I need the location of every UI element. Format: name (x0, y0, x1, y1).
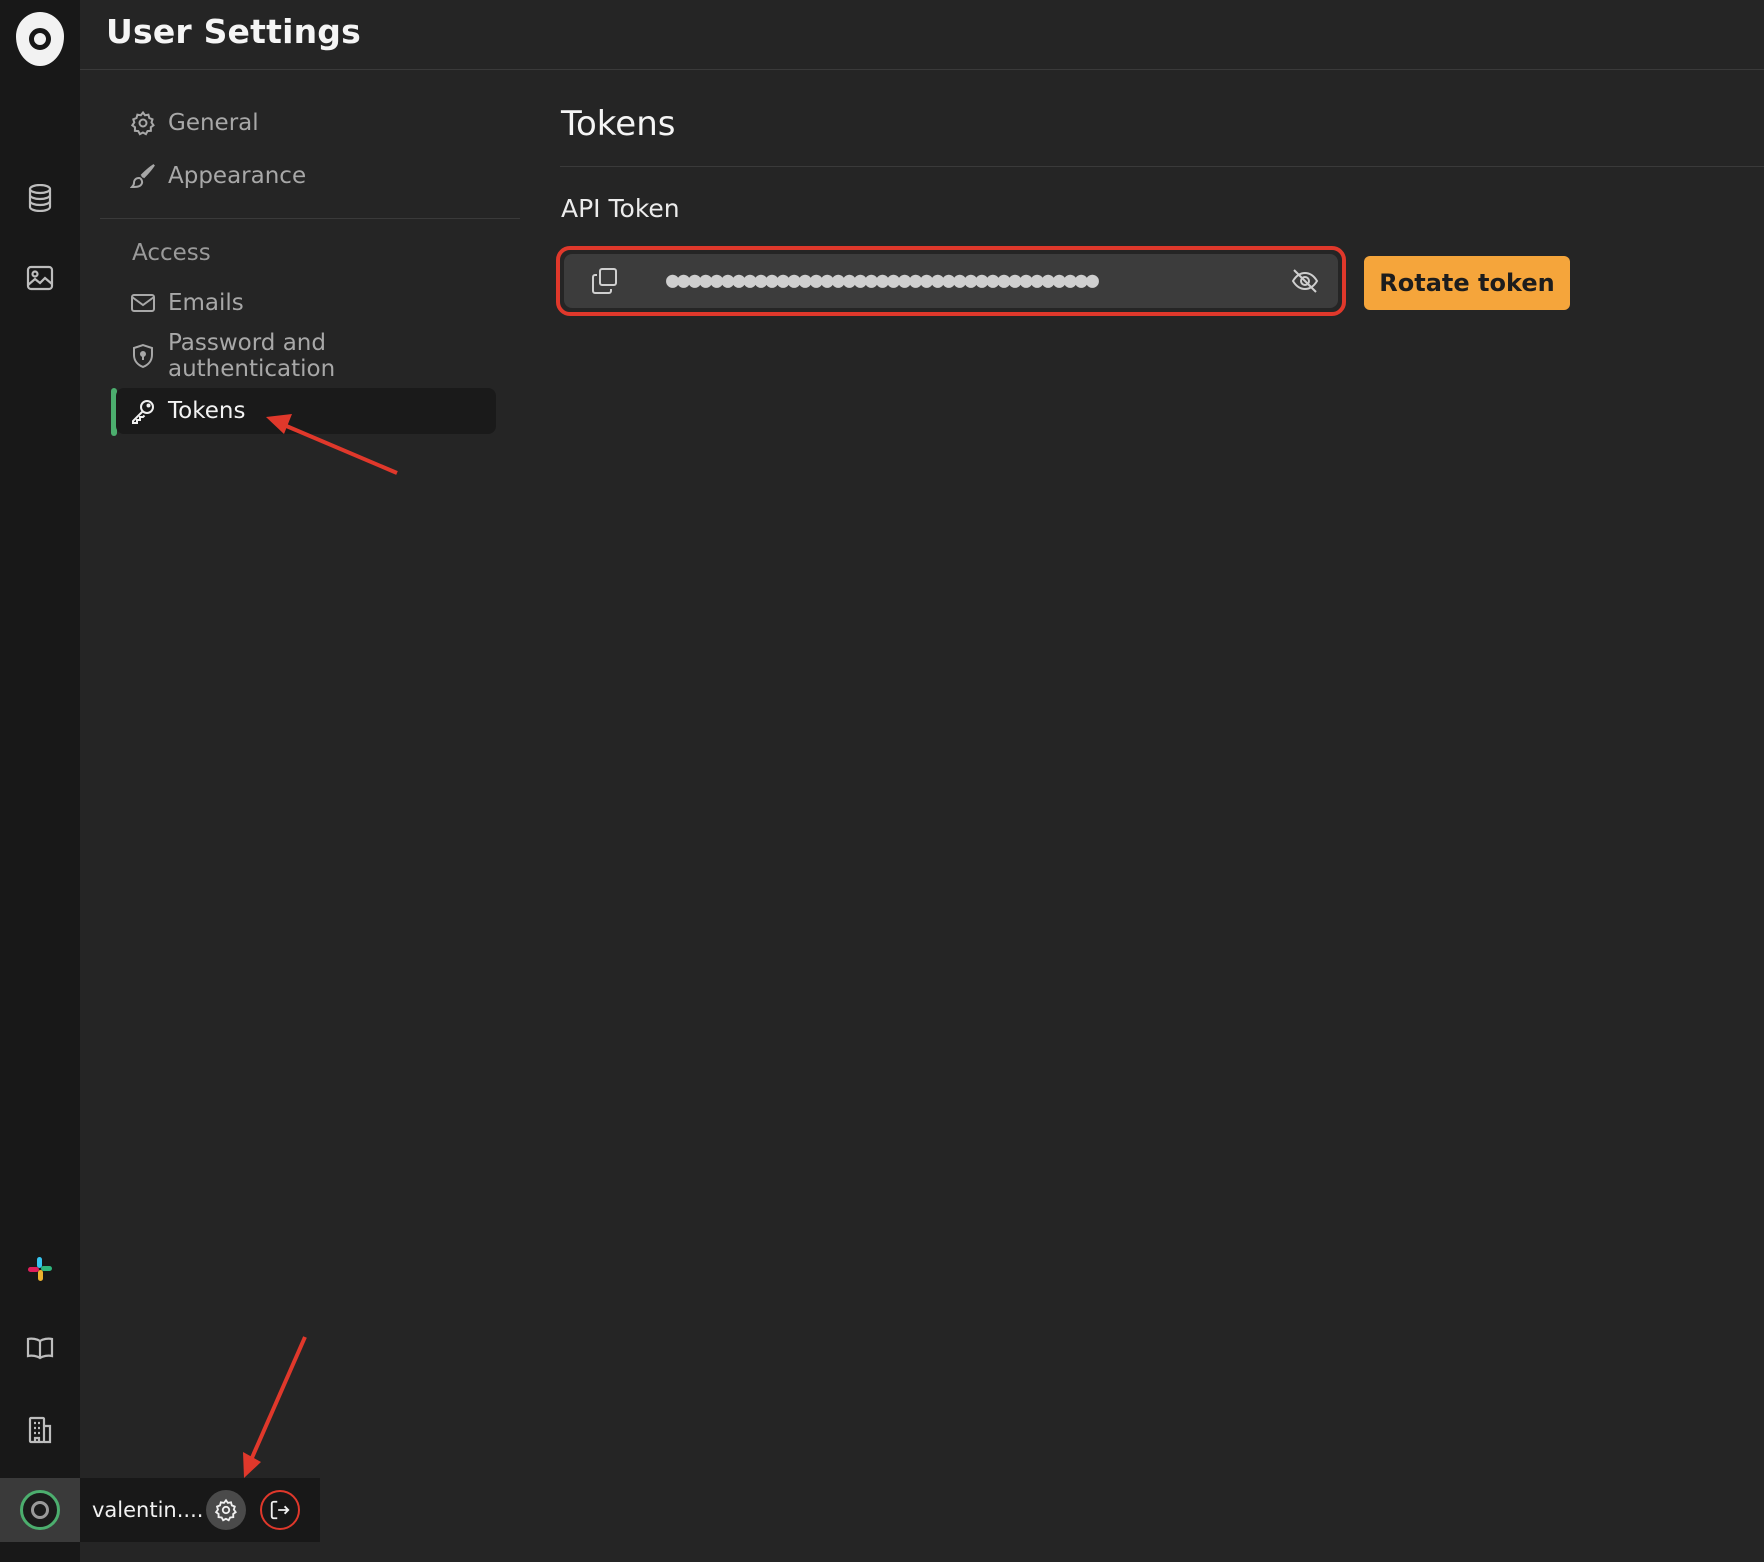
gear-icon (130, 110, 155, 136)
envelope-icon (131, 294, 155, 312)
avatar[interactable] (0, 1478, 80, 1542)
image-icon[interactable] (20, 258, 60, 298)
username[interactable]: valentin.... (92, 1498, 202, 1522)
api-token-highlight: ●●●●●●●●●●●●●●●●●●●●●●●●●●●●●●●●●●●●●●● (556, 246, 1346, 316)
page-header: User Settings (80, 0, 1764, 70)
app-logo[interactable] (16, 12, 64, 66)
nav-item-emails[interactable]: Emails (116, 280, 500, 326)
api-token-value: ●●●●●●●●●●●●●●●●●●●●●●●●●●●●●●●●●●●●●●● (666, 268, 1099, 293)
nav-divider (100, 218, 520, 219)
logout-button[interactable] (260, 1490, 300, 1530)
user-bar: valentin.... (0, 1478, 320, 1542)
api-token-label: API Token (561, 194, 680, 223)
section-title: Tokens (561, 104, 676, 144)
nav-item-tokens[interactable]: Tokens (116, 388, 496, 434)
slack-icon[interactable] (20, 1249, 60, 1289)
nav-item-label: Password and authentication (167, 330, 336, 382)
eye-off-icon[interactable] (1290, 266, 1320, 296)
nav-item-general[interactable]: General (116, 100, 500, 146)
nav-item-label: General (168, 110, 259, 136)
rotate-token-button[interactable]: Rotate token (1364, 256, 1570, 310)
key-icon (132, 400, 154, 424)
logout-icon (270, 1500, 290, 1520)
nav-item-label: Appearance (168, 163, 307, 189)
nav-section-access: Access (132, 240, 211, 266)
book-icon[interactable] (20, 1328, 60, 1368)
nav-item-label: Emails (168, 290, 244, 316)
building-icon[interactable] (20, 1410, 60, 1450)
nav-item-password[interactable]: Password and authentication (116, 330, 500, 382)
copy-icon[interactable] (590, 266, 620, 296)
nav-item-appearance[interactable]: Appearance (116, 153, 500, 199)
database-icon[interactable] (20, 178, 60, 218)
api-token-field[interactable]: ●●●●●●●●●●●●●●●●●●●●●●●●●●●●●●●●●●●●●●● (564, 254, 1338, 308)
user-settings-button[interactable] (206, 1490, 246, 1530)
shield-icon (132, 343, 153, 369)
gear-icon (214, 1498, 237, 1522)
section-divider (560, 166, 1764, 167)
annotation-arrows (243, 414, 398, 1478)
left-rail (0, 0, 80, 1562)
paintbrush-icon (130, 164, 155, 189)
page-title: User Settings (106, 12, 361, 51)
nav-item-label: Tokens (168, 398, 246, 424)
